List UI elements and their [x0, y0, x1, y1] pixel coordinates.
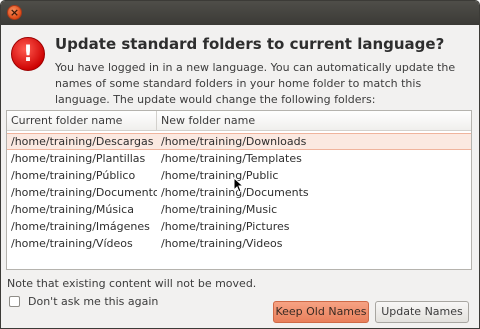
cell-current: /home/training/Vídeos: [11, 237, 133, 250]
table-header: Current folder name New folder name: [7, 111, 471, 131]
cell-new: /home/training/Downloads: [161, 135, 307, 148]
cell-current: /home/training/Música: [11, 203, 134, 216]
cell-current: /home/training/Descargas: [11, 135, 154, 148]
cell-new: /home/training/Pictures: [161, 220, 290, 233]
table-row[interactable]: /home/training/Música /home/training/Mus…: [7, 201, 471, 218]
table-row[interactable]: /home/training/Plantillas /home/training…: [7, 150, 471, 167]
dialog-message: You have logged in in a new language. Yo…: [55, 61, 456, 106]
table-row[interactable]: /home/training/Imágenes /home/training/P…: [7, 218, 471, 235]
dialog-title: Update standard folders to current langu…: [55, 35, 445, 53]
note-text: Note that existing content will not be m…: [7, 277, 257, 290]
cell-new: /home/training/Music: [161, 203, 278, 216]
update-names-button[interactable]: Update Names: [375, 301, 469, 323]
dialog-content: ! Update standard folders to current lan…: [1, 25, 479, 328]
cell-current: /home/training/Público: [11, 169, 136, 182]
table-row[interactable]: /home/training/Descargas /home/training/…: [7, 133, 471, 150]
title-bar[interactable]: ×: [1, 1, 479, 25]
warning-icon: !: [11, 37, 45, 71]
cell-current: /home/training/Plantillas: [11, 152, 146, 165]
column-header-new[interactable]: New folder name: [157, 111, 255, 130]
cell-new: /home/training/Public: [161, 169, 279, 182]
mouse-cursor-icon: [233, 177, 243, 193]
cell-current: /home/training/Imágenes: [11, 220, 150, 233]
close-icon[interactable]: ×: [7, 5, 22, 20]
cell-new: /home/training/Templates: [161, 152, 302, 165]
dialog-window: × ! Update standard folders to current l…: [0, 0, 480, 329]
dont-ask-option[interactable]: Don't ask me this again: [9, 295, 158, 308]
cell-current: /home/training/Documentos: [11, 186, 157, 199]
table-row[interactable]: /home/training/Vídeos /home/training/Vid…: [7, 235, 471, 252]
dont-ask-checkbox[interactable]: [9, 296, 20, 307]
column-header-current[interactable]: Current folder name: [7, 111, 157, 130]
cell-new: /home/training/Videos: [161, 237, 283, 250]
dont-ask-label[interactable]: Don't ask me this again: [28, 295, 158, 308]
keep-old-names-button[interactable]: Keep Old Names: [273, 301, 369, 323]
